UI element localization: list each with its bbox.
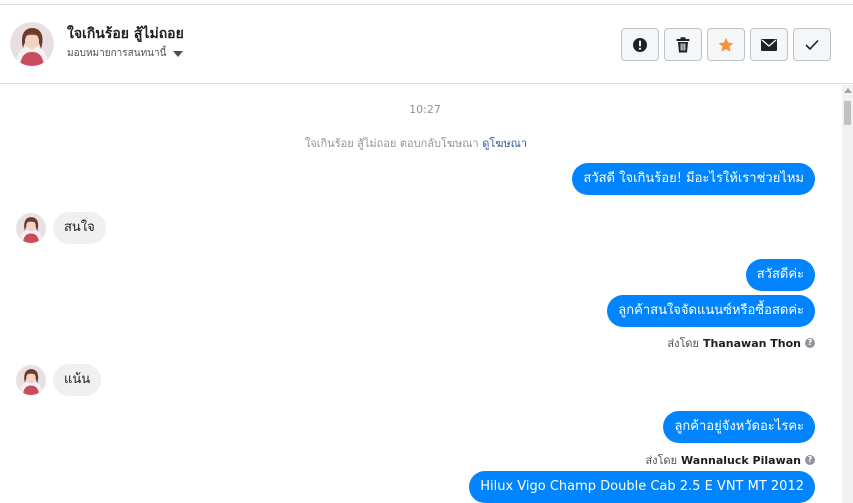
mark-done-button[interactable] xyxy=(793,28,831,61)
delete-button[interactable] xyxy=(664,28,702,61)
scroll-up-arrow-icon[interactable] xyxy=(844,88,852,93)
contact-avatar[interactable] xyxy=(10,22,54,66)
conversation-actions xyxy=(621,28,831,61)
envelope-icon xyxy=(761,38,777,51)
message-row-outgoing: ลูกค้าสนใจจัดแนนซ์หรือซื้อสดค่ะ xyxy=(607,295,815,327)
message-bubble-outgoing[interactable]: สวัสดี ใจเกินร้อย! มีอะไรให้เราช่วยไหม xyxy=(572,163,815,195)
mark-spam-button[interactable] xyxy=(621,28,659,61)
mark-unread-button[interactable] xyxy=(750,28,788,61)
assign-conversation-dropdown[interactable]: มอบหมายการสนทนานี้ xyxy=(67,46,184,61)
sent-by-prefix: ส่งโดย xyxy=(645,454,678,467)
sent-by-agent: Wannaluck Pilawan xyxy=(681,453,801,467)
message-bubble-outgoing[interactable]: ลูกค้าสนใจจัดแนนซ์หรือซื้อสดค่ะ xyxy=(607,295,815,327)
scrollbar-thumb[interactable] xyxy=(844,101,851,125)
caret-down-icon xyxy=(173,50,184,57)
sent-by-prefix: ส่งโดย xyxy=(667,337,700,350)
thread-scrollbar[interactable] xyxy=(842,85,853,503)
sent-by-label: ส่งโดย Thanawan Thon ? xyxy=(667,334,815,352)
contact-name[interactable]: ใจเกินร้อย สู้ไม่ถอย xyxy=(67,23,184,45)
message-row-incoming: แน้น xyxy=(16,364,102,396)
view-ad-link[interactable]: ดูโฆษณา xyxy=(482,137,527,150)
trash-icon xyxy=(676,36,690,52)
check-icon xyxy=(805,39,819,50)
assign-conversation-label: มอบหมายการสนทนานี้ xyxy=(67,48,167,59)
star-button[interactable] xyxy=(707,28,745,61)
message-bubble-outgoing[interactable]: สวัสดีค่ะ xyxy=(745,259,815,291)
message-row-outgoing: Hilux Vigo Champ Double Cab 2.5 E VNT MT… xyxy=(469,471,815,503)
message-row-incoming: สนใจ xyxy=(16,212,106,244)
ad-reply-note: ใจเกินร้อย สู้ไม่ถอย ตอบกลับโฆษณา ดูโฆษณ… xyxy=(0,134,832,152)
message-bubble-outgoing[interactable]: ลูกค้าอยู่จังหวัดอะไรคะ xyxy=(663,411,815,443)
alert-circle-icon xyxy=(633,37,647,52)
star-icon xyxy=(718,37,734,52)
message-timestamp: 10:27 xyxy=(409,103,441,116)
conversation-header: ใจเกินร้อย สู้ไม่ถอย มอบหมายการสนทนานี้ xyxy=(0,5,853,84)
message-thread[interactable]: 10:27 ใจเกินร้อย สู้ไม่ถอย ตอบกลับโฆษณา … xyxy=(0,85,842,503)
contact-avatar-small[interactable] xyxy=(16,365,46,395)
help-icon[interactable]: ? xyxy=(805,455,815,465)
help-icon[interactable]: ? xyxy=(805,338,815,348)
message-row-outgoing: สวัสดีค่ะ xyxy=(745,259,815,291)
message-row-outgoing: สวัสดี ใจเกินร้อย! มีอะไรให้เราช่วยไหม xyxy=(572,163,815,195)
sent-by-label: ส่งโดย Wannaluck Pilawan ? xyxy=(645,451,815,469)
contact-avatar-small[interactable] xyxy=(16,213,46,243)
message-row-outgoing: ลูกค้าอยู่จังหวัดอะไรคะ xyxy=(663,411,815,443)
message-bubble-incoming[interactable]: แน้น xyxy=(53,364,102,396)
ad-reply-text: ใจเกินร้อย สู้ไม่ถอย ตอบกลับโฆษณา xyxy=(304,137,479,150)
message-bubble-outgoing[interactable]: Hilux Vigo Champ Double Cab 2.5 E VNT MT… xyxy=(469,471,815,503)
sent-by-agent: Thanawan Thon xyxy=(703,336,801,350)
message-bubble-incoming[interactable]: สนใจ xyxy=(53,212,106,244)
